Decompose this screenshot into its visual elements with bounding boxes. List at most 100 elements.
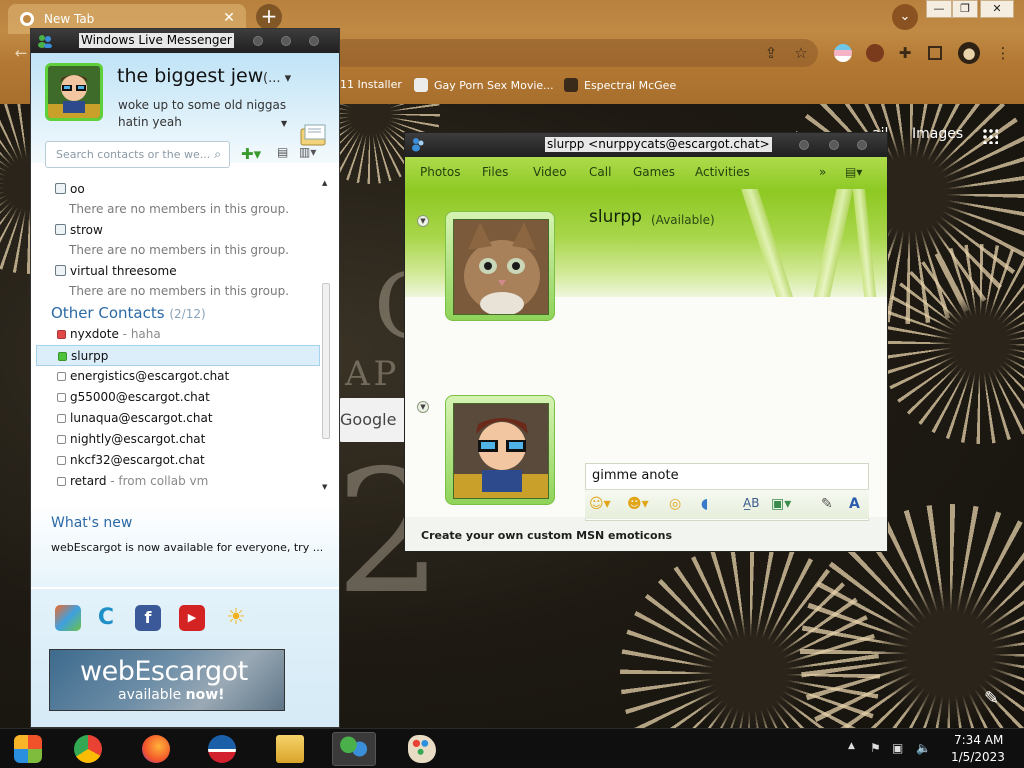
share-icon[interactable]: ⇪: [762, 44, 780, 62]
tray-overflow-icon[interactable]: ▲: [848, 741, 855, 751]
handwriting-icon[interactable]: ✎: [821, 496, 833, 512]
menu-call[interactable]: Call: [589, 165, 611, 179]
add-contact-icon[interactable]: ✚▾: [241, 145, 261, 163]
volume-icon[interactable]: 🔈: [916, 741, 931, 755]
conversation-options-icon[interactable]: ▤▾: [845, 165, 862, 179]
whats-new-panel: What's new webEscargot is now available …: [31, 505, 339, 587]
bookmark-installer[interactable]: 11 Installer: [340, 78, 402, 91]
menu-files[interactable]: Files: [482, 165, 508, 179]
whats-new-link[interactable]: webEscargot is now available for everyon…: [51, 541, 323, 554]
messenger-taskbar-button[interactable]: [332, 732, 376, 766]
scroll-down-icon[interactable]: ▼: [322, 483, 327, 491]
emoticon-icon[interactable]: ☺▾: [589, 496, 611, 512]
menu-photos[interactable]: Photos: [420, 165, 460, 179]
display-name-suffix[interactable]: (... ▾: [263, 71, 291, 86]
back-icon[interactable]: ←: [12, 44, 30, 62]
contact-row[interactable]: lunaqua@escargot.chat: [36, 408, 320, 429]
group-header[interactable]: oo: [55, 179, 331, 199]
contact-row[interactable]: g55000@escargot.chat: [36, 387, 320, 408]
text-mode-icon[interactable]: A: [849, 496, 860, 512]
contact-row[interactable]: nightly@escargot.chat: [36, 429, 320, 450]
paint-taskbar-button[interactable]: [400, 732, 444, 766]
google-apps-icon[interactable]: [982, 128, 998, 144]
group-header[interactable]: strow: [55, 220, 331, 240]
menu-games[interactable]: Games: [633, 165, 675, 179]
bookmark-star-icon[interactable]: ☆: [792, 44, 810, 62]
font-icon[interactable]: A̲B: [743, 496, 759, 510]
webescargot-banner[interactable]: webEscargot available now!: [49, 649, 285, 711]
address-bar[interactable]: [330, 39, 818, 67]
explorer-taskbar-button[interactable]: [268, 732, 312, 766]
new-tab-button[interactable]: +: [256, 4, 282, 30]
maximize-button[interactable]: [281, 36, 291, 46]
youtube-icon[interactable]: ▶: [179, 605, 205, 631]
windows-live-butterfly-icon[interactable]: [55, 605, 81, 631]
extensions-puzzle-icon[interactable]: ✚: [896, 44, 914, 62]
start-button[interactable]: [6, 732, 50, 766]
empty-group-note: There are no members in this group.: [69, 284, 290, 298]
options-menu-icon[interactable]: ▥▾: [299, 145, 316, 163]
my-avatar[interactable]: [45, 63, 103, 121]
weather-sun-icon[interactable]: ☀: [223, 605, 249, 631]
change-view-icon[interactable]: ▤: [277, 145, 288, 163]
messenger-titlebar[interactable]: Windows Live Messenger: [31, 29, 339, 53]
close-button[interactable]: [857, 140, 867, 150]
conversation-titlebar[interactable]: slurpp <nurppycats@escargot.chat>: [405, 133, 887, 157]
group-name: strow: [70, 223, 103, 237]
cleanup-c-icon[interactable]: C: [93, 605, 119, 631]
close-tab-icon[interactable]: ✕: [220, 9, 238, 27]
voice-clip-icon[interactable]: ◖: [701, 496, 708, 512]
contact-list-scrollbar[interactable]: ▲ ▼: [321, 179, 331, 495]
bookmark-espectral[interactable]: Espectral McGee: [564, 78, 676, 92]
nudge-icon[interactable]: ◎: [669, 496, 681, 512]
firefox-taskbar-button[interactable]: [134, 732, 178, 766]
images-link[interactable]: Images: [912, 126, 963, 142]
close-button[interactable]: [309, 36, 319, 46]
minimize-button[interactable]: [253, 36, 263, 46]
contact-row[interactable]: energistics@escargot.chat: [36, 366, 320, 387]
contact-row[interactable]: slurpp: [36, 345, 320, 366]
wink-icon[interactable]: ☻▾: [627, 496, 649, 512]
chrome-taskbar-button[interactable]: [66, 732, 110, 766]
profile-avatar-icon[interactable]: ●: [958, 42, 980, 64]
scroll-up-icon[interactable]: ▲: [322, 179, 327, 187]
menu-video[interactable]: Video: [533, 165, 567, 179]
customize-pencil-icon[interactable]: ✎: [984, 688, 999, 709]
side-panel-icon[interactable]: [928, 46, 942, 60]
my-display-picture[interactable]: [445, 395, 555, 505]
minimize-button[interactable]: —: [926, 0, 952, 18]
contact-row[interactable]: nkcf32@escargot.chat: [36, 450, 320, 471]
action-center-flag-icon[interactable]: ⚑: [870, 741, 881, 755]
personal-message-dropdown-icon[interactable]: ▼: [281, 119, 287, 128]
extension-avatar-icon[interactable]: [866, 44, 884, 62]
chrome-menu-icon[interactable]: ⋮: [994, 44, 1012, 62]
clock-time[interactable]: 7:34 AM: [954, 733, 1003, 747]
group-header[interactable]: virtual threesome: [55, 261, 331, 281]
minimize-button[interactable]: [799, 140, 809, 150]
obama-taskbar-button[interactable]: [200, 732, 244, 766]
tab-search-button[interactable]: ⌄: [892, 4, 918, 30]
restore-button[interactable]: ❐: [952, 0, 978, 18]
facebook-icon[interactable]: f: [135, 605, 161, 631]
menu-overflow-icon[interactable]: »: [819, 165, 826, 179]
google-search-box[interactable]: Google or: [338, 398, 408, 442]
contact-row[interactable]: nyxdote - haha: [36, 324, 320, 345]
scrollbar-thumb[interactable]: [322, 283, 330, 439]
close-window-button[interactable]: ✕: [980, 0, 1014, 18]
network-icon[interactable]: ▣: [892, 741, 903, 755]
menu-activities[interactable]: Activities: [695, 165, 750, 179]
contact-row[interactable]: retard - from collab vm: [36, 471, 320, 492]
maximize-button[interactable]: [829, 140, 839, 150]
collapse-buddy-pic-icon[interactable]: ▼: [417, 215, 429, 227]
background-icon[interactable]: ▣▾: [771, 496, 791, 512]
bookmark-movie[interactable]: Gay Porn Sex Movie...: [414, 78, 554, 92]
buddy-display-picture[interactable]: [445, 211, 555, 321]
other-contacts-header[interactable]: Other Contacts (2/12): [51, 302, 331, 324]
display-name[interactable]: the biggest jew: [117, 65, 263, 87]
custom-emoticons-link[interactable]: Create your own custom MSN emoticons: [421, 529, 672, 542]
search-input[interactable]: Search contacts or the we... ⌕: [45, 141, 230, 168]
personal-message[interactable]: woke up to some old niggas hatin yeah: [118, 97, 288, 131]
extension-flag-icon[interactable]: [834, 44, 852, 62]
collapse-my-pic-icon[interactable]: ▼: [417, 401, 429, 413]
clock-date[interactable]: 1/5/2023: [951, 750, 1005, 764]
